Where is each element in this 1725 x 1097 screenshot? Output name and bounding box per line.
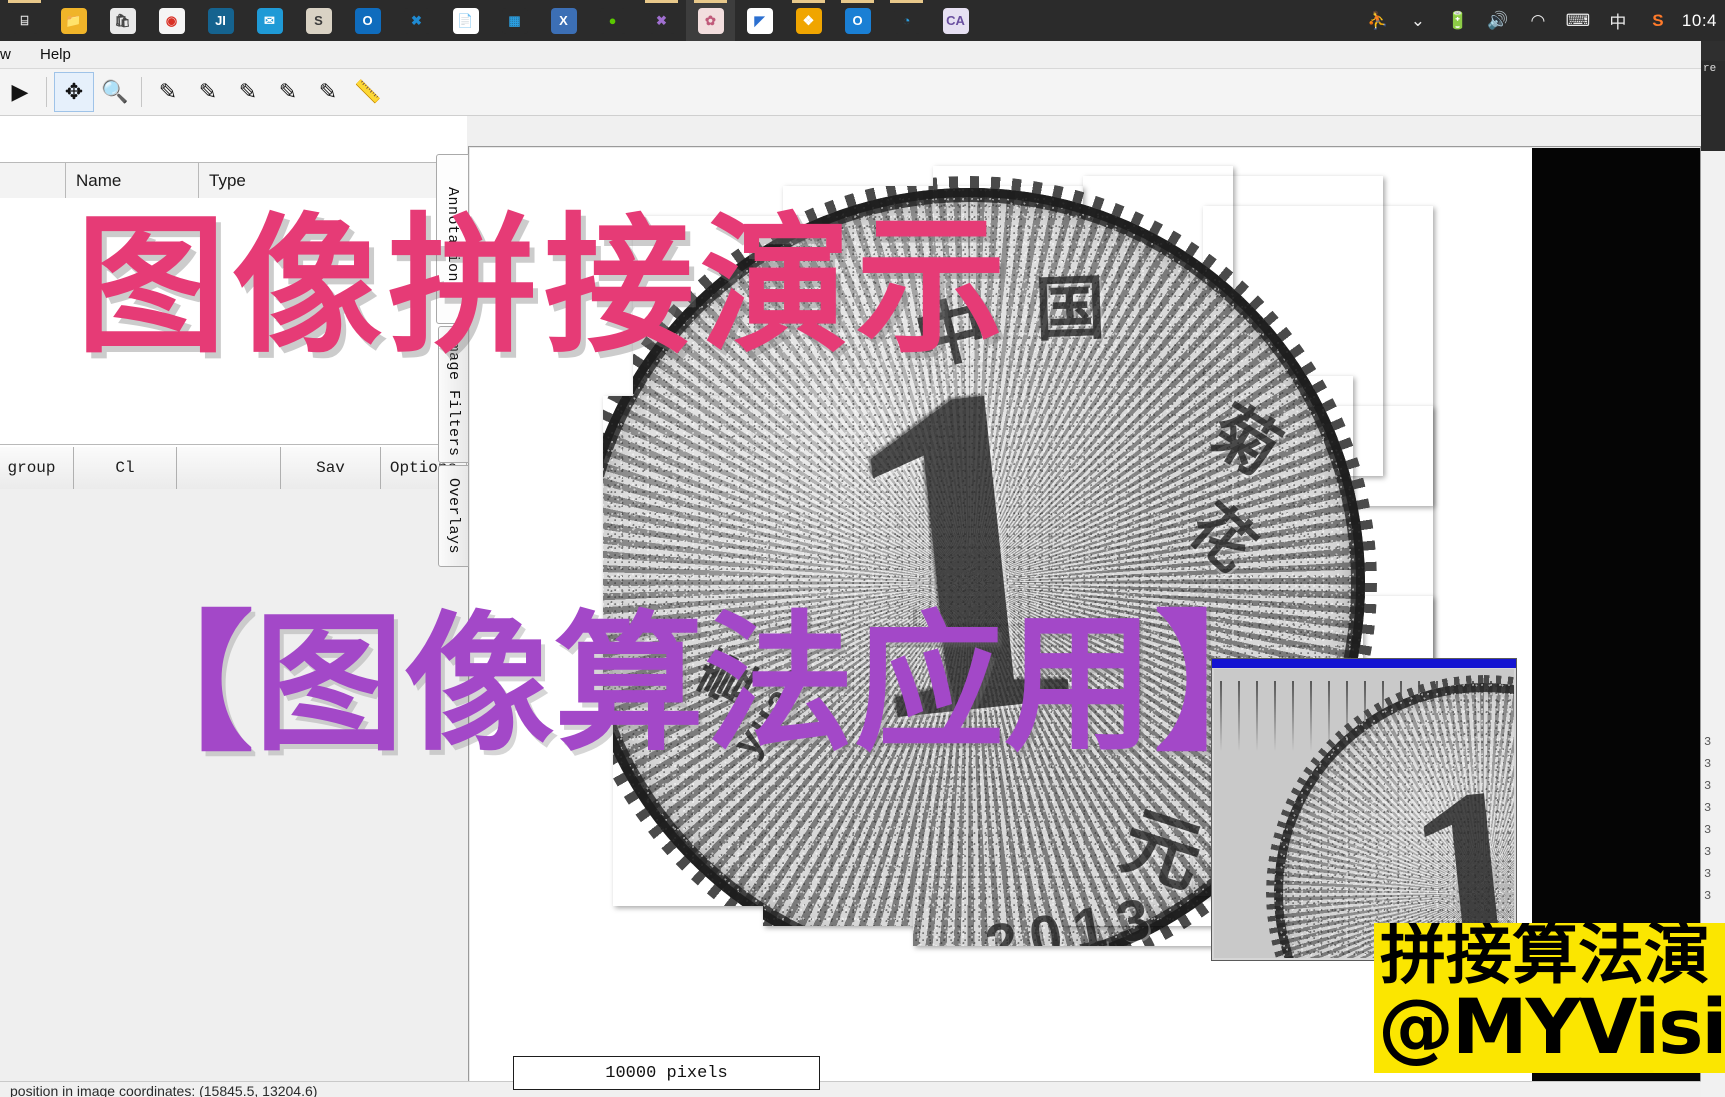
vscode-icon[interactable]: ✖ [392,0,441,41]
calculator-icon-glyph: ▦ [501,7,528,34]
toolbar-separator [141,77,142,107]
taskbar-clock[interactable]: 10:4 [1678,11,1719,31]
save-button[interactable]: Sav [281,447,381,489]
arrow-select-tool[interactable]: ▶ [1,73,39,111]
people-icon[interactable]: ⛹ [1358,0,1398,41]
watermark-line-1: 拼接算法演 [1380,923,1710,993]
table-column-blank[interactable] [0,163,66,199]
annotate-freehand-tool[interactable]: ✎ [269,73,307,111]
text-document-icon[interactable]: 📄 [441,0,490,41]
scale-bar: 10000 pixels [513,1056,820,1090]
table-column-type[interactable]: Type [199,163,467,199]
tab-overlays[interactable]: Overlays [438,465,469,567]
annotate-polygon-tool[interactable]: ✎ [229,73,267,111]
annotations-button-row: group Cl Sav Options [0,447,467,489]
cad-app-icon-glyph: CA [942,7,969,34]
microsoft-edge-icon[interactable]: ◔ [882,0,931,41]
teams-icon[interactable]: O [833,0,882,41]
tab-overlays-label: Overlays [445,477,462,554]
file-explorer-icon-glyph: 📁 [60,7,87,34]
sliver-list-item: 3 [1704,845,1712,859]
watermark-line-2: @MYVisio [1378,982,1725,1071]
image-app-icon-glyph: ✿ [697,7,724,34]
foxit-reader-icon-glyph: ◤ [746,7,773,34]
windows-taskbar: ⌸ 📁 🛍 ◉ JI ✉ S O ✖ 📄 ▦ X ● ✖ ✿ ◤ ❖ O ◔ CA ⛹ ⌄ 🔋 🔊 ◠ ⌨ 中 S 10:4 [0,0,1725,41]
clear-button[interactable]: Cl [74,447,177,489]
unnamed-button[interactable] [177,447,281,489]
keyboard-icon[interactable]: ⌨ [1558,0,1598,41]
sliver-list-item: 3 [1704,889,1712,903]
sliver-list-item: 3 [1704,779,1712,793]
ime-language-icon[interactable]: 中 [1598,0,1638,41]
visual-studio-icon[interactable]: ✖ [637,0,686,41]
visual-studio-icon-glyph: ✖ [648,7,675,34]
menu-bar: w Help [0,41,1701,69]
annotate-rectangle-tool[interactable]: ✎ [189,73,227,111]
excel-icon-glyph: X [550,7,577,34]
jetbrains-icon[interactable]: JI [196,0,245,41]
chevron-up-icon[interactable]: ⌄ [1398,0,1438,41]
foxmail-icon[interactable]: ✉ [245,0,294,41]
annotations-table-header: Name Type [0,162,467,200]
pan-move-tool[interactable]: ✥ [54,72,94,112]
zoom-magnifier-tool[interactable]: 🔍 [96,73,134,111]
toolbar-separator [46,77,47,107]
sublime-text-icon-glyph: S [305,7,332,34]
status-bar: position in image coordinates: (15845.5,… [0,1081,1701,1097]
nvidia-icon-glyph: ● [599,7,626,34]
sliver-list-item: 3 [1704,801,1712,815]
system-tray: ⛹ ⌄ 🔋 🔊 ◠ ⌨ 中 S 10:4 [1358,0,1725,41]
image-app-icon[interactable]: ✿ [686,0,735,41]
microsoft-store-icon-glyph: 🛍 [109,7,136,34]
excel-icon[interactable]: X [539,0,588,41]
annotate-multipoint-tool[interactable]: ✎ [309,73,347,111]
sliver-title-bar [1701,41,1725,61]
menu-item-clipped[interactable]: w [0,46,28,63]
sliver-list-item: 3 [1704,735,1712,749]
lower-left-pane [0,489,467,1097]
outlook-icon[interactable]: O [343,0,392,41]
sliver-list: 3 3 3 3 3 3 3 3 [1701,731,1725,931]
annotate-point-tool[interactable]: ✎ [149,73,187,111]
task-view-icon-glyph: ⌸ [11,7,38,34]
microsoft-edge-icon-glyph: ◔ [893,7,920,34]
sliver-console-fragment: re [1701,61,1725,151]
tool-bar: ▶ ✥ 🔍 ✎ ✎ ✎ ✎ ✎ 📏 [0,69,1701,116]
foxit-reader-icon[interactable]: ◤ [735,0,784,41]
nvidia-icon[interactable]: ● [588,0,637,41]
menu-item-help[interactable]: Help [28,46,83,63]
microsoft-store-icon[interactable]: 🛍 [98,0,147,41]
file-explorer-icon[interactable]: 📁 [49,0,98,41]
scale-bar-label: 10000 pixels [605,1063,728,1083]
sliver-list-item: 3 [1704,823,1712,837]
coin-top-char-2: 国 [1083,270,1107,351]
teams-icon-glyph: O [844,7,871,34]
google-chrome-icon-glyph: ◉ [158,7,185,34]
sogou-input-icon[interactable]: S [1638,0,1678,41]
google-chrome-icon[interactable]: ◉ [147,0,196,41]
status-bar-text: position in image coordinates: (15845.5,… [10,1083,318,1097]
channel-watermark: 拼接算法演 @MYVisio [1374,923,1725,1073]
vscode-icon-glyph: ✖ [403,7,430,34]
battery-icon[interactable]: 🔋 [1438,0,1478,41]
wps-icon[interactable]: ❖ [784,0,833,41]
wps-icon-glyph: ❖ [795,7,822,34]
jetbrains-icon-glyph: JI [207,7,234,34]
sliver-list-item: 3 [1704,757,1712,771]
cad-app-icon[interactable]: CA [931,0,980,41]
sublime-text-icon[interactable]: S [294,0,343,41]
calculator-icon[interactable]: ▦ [490,0,539,41]
text-document-icon-glyph: 📄 [452,7,479,34]
overlay-subtitle-purple: 【图像算法应用】 [104,598,1305,772]
task-view-icon[interactable]: ⌸ [0,0,49,41]
overlay-title-pink: 图像拼接演示 [76,200,1013,374]
foxmail-icon-glyph: ✉ [256,7,283,34]
table-column-name[interactable]: Name [66,163,199,199]
measure-ruler-tool[interactable]: 📏 [349,73,387,111]
volume-icon[interactable]: 🔊 [1478,0,1518,41]
group-button[interactable]: group [0,447,74,489]
wifi-icon[interactable]: ◠ [1518,0,1558,41]
outlook-icon-glyph: O [354,7,381,34]
sliver-list-item: 3 [1704,867,1712,881]
